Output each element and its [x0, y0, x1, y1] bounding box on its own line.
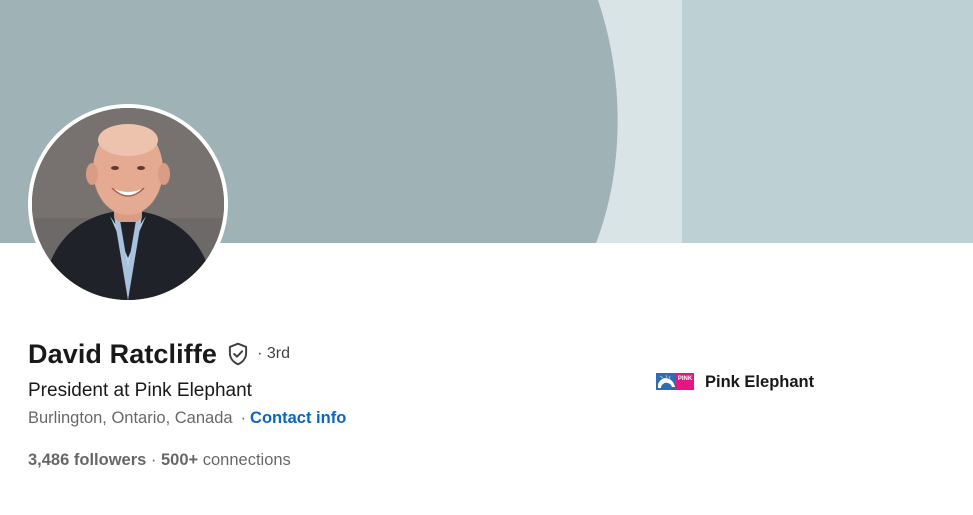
company-logo: PINK — [654, 372, 694, 392]
profile-headline: President at Pink Elephant — [28, 380, 252, 401]
stats-separator: · — [146, 451, 161, 469]
location-separator: · — [240, 409, 247, 427]
profile-stats: 3,486 followers · 500+ connections — [28, 451, 291, 470]
avatar — [32, 108, 224, 300]
profile-name: David Ratcliffe — [28, 338, 218, 369]
current-company-link[interactable]: PINK Pink Elephant — [654, 370, 814, 394]
avatar-portrait — [32, 108, 224, 300]
profile-location: Burlington, Ontario, Canada — [28, 409, 233, 427]
shield-check-icon[interactable] — [225, 341, 251, 367]
name-row: David Ratcliffe · 3rd — [28, 336, 290, 372]
contact-info-link[interactable]: Contact info — [250, 409, 346, 427]
profile-photo[interactable] — [28, 104, 228, 304]
profile-card: David Ratcliffe · 3rd President at Pink … — [0, 0, 973, 515]
followers-count: 3,486 followers — [28, 451, 147, 469]
company-name: Pink Elephant — [705, 372, 815, 391]
company-logo-text: PINK — [678, 376, 693, 382]
connection-degree: · 3rd — [257, 345, 290, 362]
connections-label: connections — [198, 451, 291, 469]
location-row: Burlington, Ontario, Canada · Contact info — [28, 409, 346, 428]
connections-count[interactable]: 500+ — [161, 451, 198, 469]
